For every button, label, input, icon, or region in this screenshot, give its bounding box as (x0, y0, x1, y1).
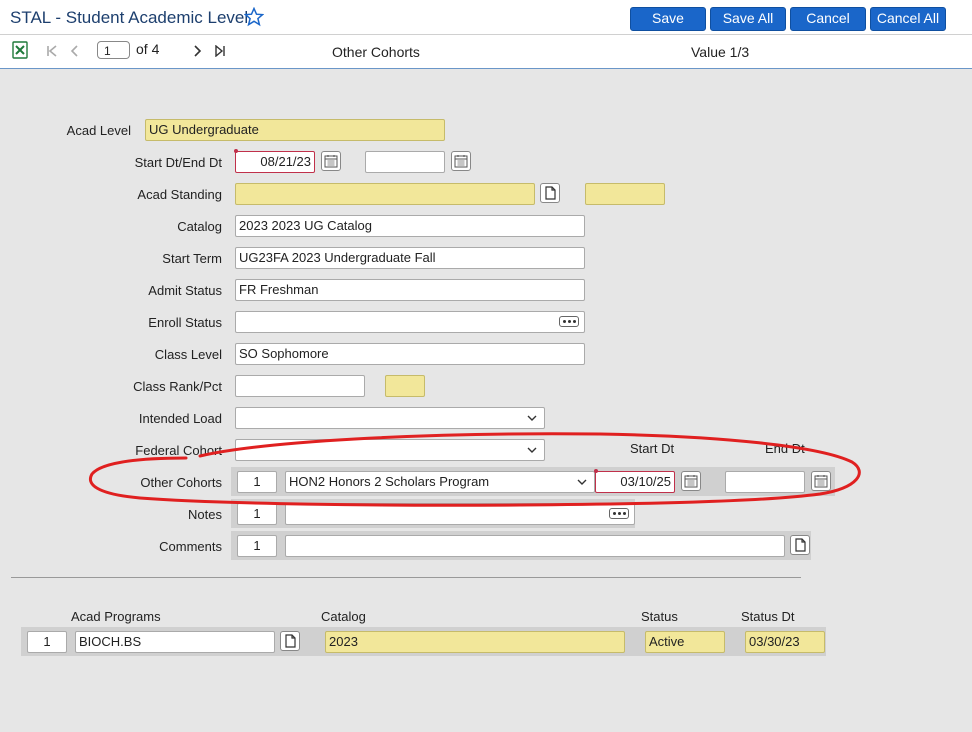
class-rank-label: Class Rank/Pct (133, 379, 222, 394)
calendar-icon[interactable] (681, 471, 701, 491)
intended-load-label: Intended Load (138, 411, 222, 426)
enroll-status-label: Enroll Status (148, 315, 222, 330)
class-pct-field[interactable] (385, 375, 425, 397)
calendar-icon[interactable] (451, 151, 471, 171)
acad-level-label: Acad Level (66, 123, 131, 138)
class-rank-field[interactable] (235, 375, 365, 397)
start-end-dt-label: Start Dt/End Dt (134, 155, 222, 170)
save-button[interactable]: Save (630, 7, 706, 31)
intended-load-select[interactable] (235, 407, 545, 429)
ellipsis-icon[interactable] (609, 508, 629, 519)
chevron-down-icon (577, 479, 587, 485)
other-cohorts-select[interactable]: HON2 Honors 2 Scholars Program (285, 471, 595, 493)
last-record-icon[interactable] (211, 42, 229, 60)
catalog-field[interactable]: 2023 2023 UG Catalog (235, 215, 585, 237)
page-title: STAL - Student Academic Level (10, 8, 249, 27)
cohort-start-dt-header: Start Dt (630, 441, 675, 456)
section-title: Other Cohorts (332, 44, 420, 60)
page-number-input[interactable]: 1 (97, 41, 130, 59)
federal-cohort-select[interactable] (235, 439, 545, 461)
chevron-down-icon (527, 415, 537, 421)
admit-status-label: Admit Status (148, 283, 222, 298)
other-cohorts-index[interactable]: 1 (237, 471, 277, 493)
acad-standing-field[interactable] (235, 183, 535, 205)
other-cohorts-value: HON2 Honors 2 Scholars Program (289, 474, 490, 489)
favorite-star-icon[interactable] (244, 7, 264, 27)
cohort-end-dt-header: End Dt (765, 441, 805, 456)
acad-standing-label: Acad Standing (137, 187, 222, 202)
class-level-label: Class Level (154, 347, 222, 362)
document-icon[interactable] (540, 183, 560, 203)
calendar-icon[interactable] (321, 151, 341, 171)
acad-programs-header: Acad Programs (71, 609, 161, 624)
cohort-start-date-field[interactable]: 03/10/25 (595, 471, 675, 493)
catalog-header: Catalog (321, 609, 366, 624)
acad-standing-extra-field[interactable] (585, 183, 665, 205)
value-counter: Value 1/3 (691, 44, 750, 60)
class-level-field[interactable]: SO Sophomore (235, 343, 585, 365)
comments-index[interactable]: 1 (237, 535, 277, 557)
status-header: Status (641, 609, 678, 624)
save-all-button[interactable]: Save All (710, 7, 786, 31)
program-catalog-field[interactable]: 2023 (325, 631, 625, 653)
required-marker (594, 469, 598, 473)
cohort-end-date-field[interactable] (725, 471, 805, 493)
notes-index[interactable]: 1 (237, 503, 277, 525)
program-field[interactable]: BIOCH.BS (75, 631, 275, 653)
cancel-all-button[interactable]: Cancel All (870, 7, 946, 31)
cancel-button[interactable]: Cancel (790, 7, 866, 31)
ellipsis-icon[interactable] (559, 316, 579, 327)
document-icon[interactable] (280, 631, 300, 651)
start-date-field[interactable]: 08/21/23 (235, 151, 315, 173)
comments-label: Comments (159, 539, 222, 554)
federal-cohort-label: Federal Cohort (135, 443, 222, 458)
enroll-status-field[interactable] (235, 311, 585, 333)
program-status-field[interactable]: Active (645, 631, 725, 653)
status-dt-header: Status Dt (741, 609, 795, 624)
program-index[interactable]: 1 (27, 631, 67, 653)
calendar-icon[interactable] (811, 471, 831, 491)
excel-export-icon[interactable] (12, 41, 28, 59)
acad-level-field[interactable]: UG Undergraduate (145, 119, 445, 141)
admit-status-field[interactable]: FR Freshman (235, 279, 585, 301)
notes-label: Notes (188, 507, 222, 522)
catalog-label: Catalog (177, 219, 222, 234)
section-divider (11, 577, 801, 578)
program-status-dt-field[interactable]: 03/30/23 (745, 631, 825, 653)
other-cohorts-label: Other Cohorts (140, 475, 222, 490)
notes-field[interactable] (285, 503, 635, 525)
chevron-down-icon (527, 447, 537, 453)
next-record-icon[interactable] (188, 42, 206, 60)
first-record-icon[interactable] (43, 42, 61, 60)
start-term-label: Start Term (162, 251, 222, 266)
end-date-field[interactable] (365, 151, 445, 173)
document-icon[interactable] (790, 535, 810, 555)
previous-record-icon[interactable] (66, 42, 84, 60)
comments-field[interactable] (285, 535, 785, 557)
required-marker (234, 149, 238, 153)
page-count-label: of 4 (136, 41, 160, 57)
start-term-field[interactable]: UG23FA 2023 Undergraduate Fall (235, 247, 585, 269)
